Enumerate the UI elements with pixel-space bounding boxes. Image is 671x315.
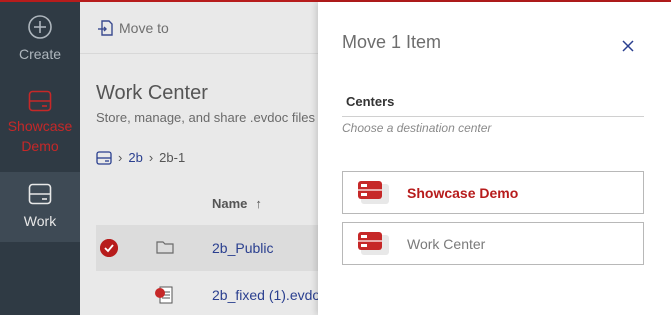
server-icon (28, 90, 52, 112)
rail-showcase-label-2: Demo (21, 138, 59, 154)
breadcrumb-item[interactable]: 2b (128, 150, 142, 165)
center-option-label: Work Center (407, 236, 486, 252)
center-option-showcase-demo[interactable]: Showcase Demo (342, 171, 644, 214)
breadcrumb: › 2b › 2b-1 (96, 150, 185, 165)
rail-work-label: Work (23, 213, 57, 229)
center-option-label: Showcase Demo (407, 185, 519, 201)
move-dialog: Move 1 Item Centers Choose a destination… (318, 2, 671, 315)
center-option-work-center[interactable]: Work Center (342, 222, 644, 265)
plus-circle-icon (28, 15, 52, 39)
rail-showcase-label-1: Showcase (7, 118, 73, 134)
close-icon[interactable] (620, 38, 636, 54)
left-rail: Create Showcase Demo Work (0, 0, 80, 315)
rail-work[interactable]: Work (0, 172, 80, 242)
move-to-label: Move to (119, 19, 169, 36)
page-title: Work Center (96, 82, 208, 104)
row-name[interactable]: 2b_Public (212, 240, 274, 256)
chevron-right-icon: › (118, 150, 123, 165)
arrow-up-icon: ↑ (255, 196, 262, 211)
rail-create-label: Create (18, 46, 62, 62)
server-icon (28, 183, 52, 205)
move-to-button[interactable]: Move to (97, 19, 169, 37)
dialog-title: Move 1 Item (342, 32, 442, 52)
center-server-icon (358, 232, 389, 255)
folder-icon (156, 241, 174, 254)
move-file-icon (98, 19, 113, 36)
page-subtitle: Store, manage, and share .evdoc files (96, 110, 315, 125)
center-server-icon (358, 181, 389, 204)
evdoc-file-icon (155, 286, 173, 304)
divider (342, 116, 644, 117)
rail-create[interactable]: Create (0, 14, 80, 64)
destination-hint: Choose a destination center (342, 121, 492, 135)
column-header-name[interactable]: Name ↑ (212, 196, 262, 211)
chevron-right-icon: › (148, 150, 154, 165)
column-header-label: Name (212, 196, 248, 211)
centers-section-label: Centers (346, 94, 395, 109)
breadcrumb-item: 2b-1 (159, 150, 186, 165)
row-name[interactable]: 2b_fixed (1).evdoc (212, 287, 327, 303)
checkmark-circle-icon[interactable] (100, 239, 118, 257)
rail-showcase-demo[interactable]: Showcase Demo (0, 90, 80, 156)
server-icon[interactable] (96, 150, 112, 165)
